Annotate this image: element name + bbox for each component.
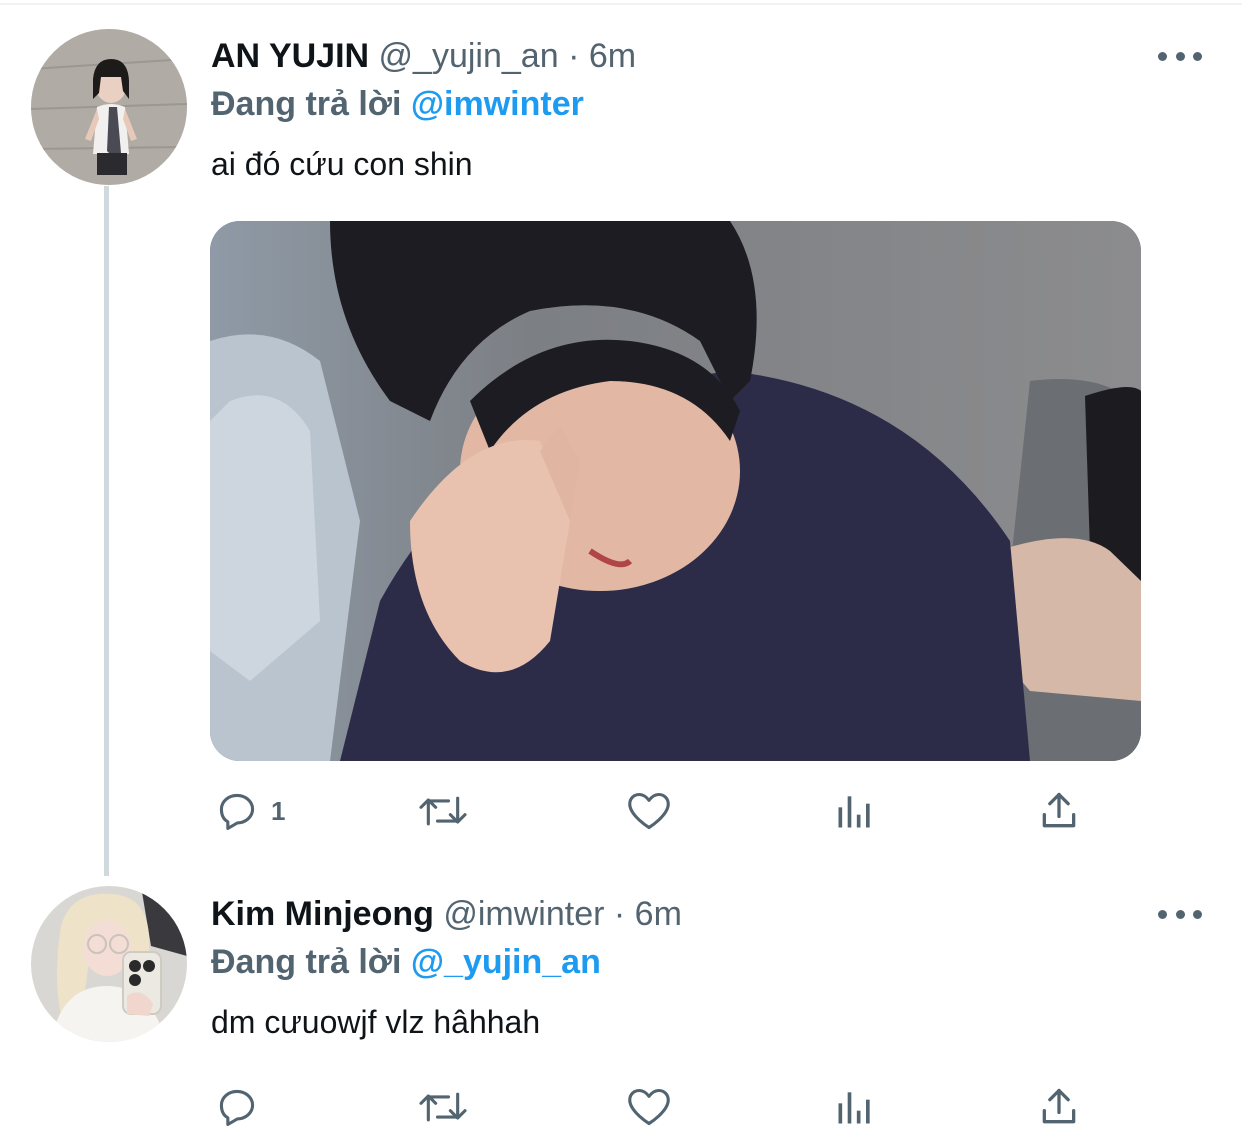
heart-icon [625,1085,673,1129]
heart-icon [625,789,673,833]
avatar[interactable] [31,29,187,185]
thread-connector-line [104,186,109,876]
tweet-text: ai đó cứu con shin [211,146,473,182]
tweet-text: dm cưuowjf vlz hâhhah [211,1004,541,1040]
tweet-header: Kim Minjeong @imwinter · 6m [211,894,682,934]
more-icon[interactable] [1158,907,1202,921]
replying-prefix: Đang trả lời [211,943,402,981]
more-icon[interactable] [1158,49,1202,63]
tweet-actions [211,1082,1091,1132]
tweet-header: AN YUJIN @_yujin_an · 6m [211,36,636,76]
mention-link[interactable]: @_yujin_an [411,943,601,981]
avatar[interactable] [31,886,187,1042]
share-icon [1037,1085,1081,1129]
share-icon [1037,789,1081,833]
reply-icon [215,789,259,833]
tweet-media-image[interactable] [210,221,1141,761]
analytics-icon [833,1085,877,1129]
share-button[interactable] [1037,1082,1081,1132]
reply-count: 1 [271,795,286,826]
like-button[interactable] [625,786,673,836]
top-divider [0,3,1242,5]
user-handle[interactable]: @imwinter [443,895,604,933]
reply-button[interactable] [215,1082,271,1132]
display-name[interactable]: Kim Minjeong [211,895,434,933]
analytics-icon [833,789,877,833]
retweet-icon [415,1085,471,1129]
analytics-button[interactable] [833,786,877,836]
timestamp[interactable]: 6m [635,895,682,933]
reply-icon [215,1085,259,1129]
share-button[interactable] [1037,786,1081,836]
replying-to: Đang trả lời @_yujin_an [211,942,601,982]
replying-to: Đang trả lời @imwinter [211,84,584,124]
separator-dot: · [613,895,626,933]
retweet-button[interactable] [415,1082,471,1132]
user-handle[interactable]: @_yujin_an [379,37,559,75]
retweet-icon [415,789,471,833]
display-name[interactable]: AN YUJIN [211,37,369,75]
timestamp[interactable]: 6m [589,37,636,75]
replying-prefix: Đang trả lời [211,85,402,123]
mention-link[interactable]: @imwinter [411,85,584,123]
separator-dot: · [568,37,580,75]
analytics-button[interactable] [833,1082,877,1132]
reply-button[interactable]: 1 [215,786,285,836]
tweet-actions: 1 [211,786,1091,836]
retweet-button[interactable] [415,786,471,836]
like-button[interactable] [625,1082,673,1132]
